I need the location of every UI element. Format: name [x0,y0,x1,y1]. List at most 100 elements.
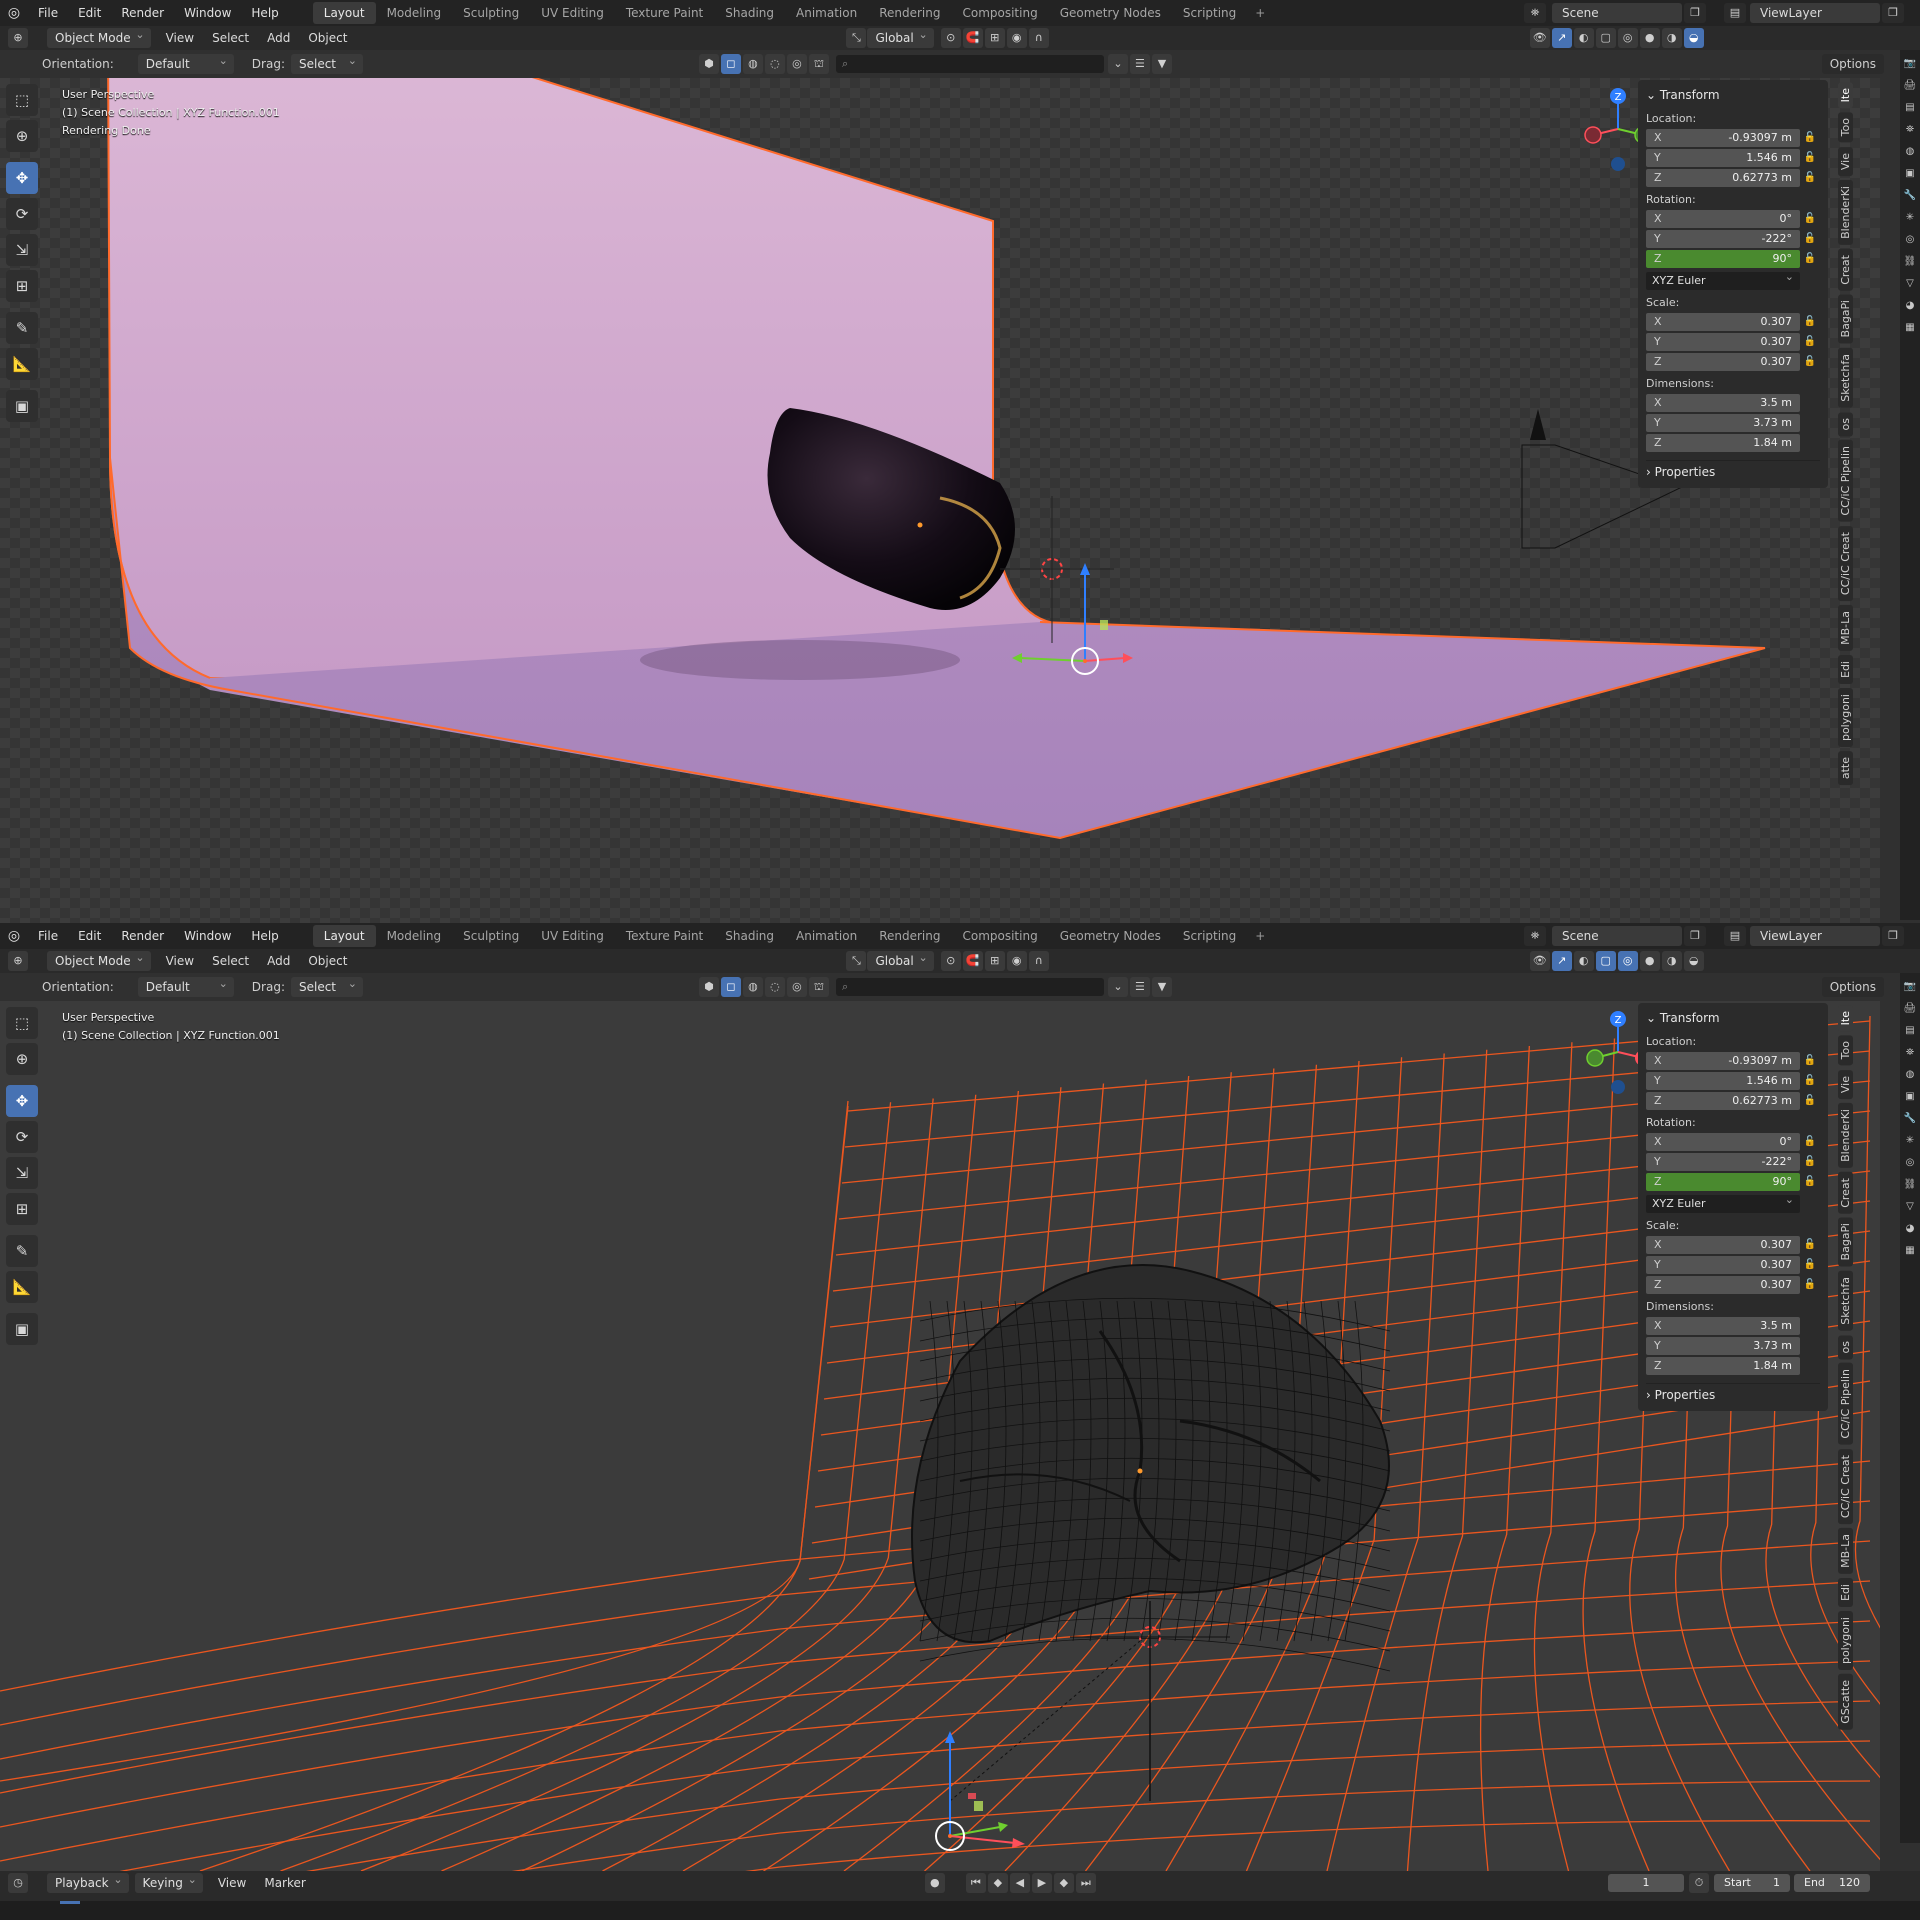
lock-icon[interactable]: 🔓 [1800,1136,1820,1147]
scene-icon[interactable]: ⛯ [1902,122,1918,138]
data-icon[interactable]: ▽ [1902,1199,1918,1215]
camera-filter-icon[interactable]: ◎ [786,54,807,74]
pivot-icon[interactable]: ⊙ [940,28,961,48]
new-view-layer-icon[interactable]: ❐ [1882,926,1904,946]
tab-blenderkit[interactable]: BlenderKi [1838,179,1853,245]
cursor-tool-icon[interactable]: ⊕ [6,1043,38,1075]
modifier-icon[interactable]: 🔧 [1902,1111,1918,1127]
annotate-tool-icon[interactable]: ✎ [6,312,38,344]
filter-toggle-icon[interactable]: ⌄ [1107,977,1128,997]
tab-os[interactable]: os [1838,1334,1853,1360]
tab-compositing[interactable]: Compositing [951,925,1048,947]
measure-tool-icon[interactable]: 📐 [6,348,38,380]
add-workspace-button[interactable]: + [1247,929,1273,943]
lock-icon[interactable]: 🔓 [1800,1176,1820,1187]
dimensions-x-field[interactable]: X 3.5 m [1646,1316,1800,1335]
scene-selector[interactable]: Scene [1552,926,1682,946]
options-button[interactable]: Options [1821,977,1884,997]
tab-scripting[interactable]: Scripting [1172,2,1247,24]
tab-cc-create[interactable]: CC/iC Creat [1838,525,1853,601]
tab-cc-create[interactable]: CC/iC Creat [1838,1448,1853,1524]
lock-icon[interactable]: 🔓 [1800,172,1820,183]
options-button[interactable]: Options [1821,54,1884,74]
lock-icon[interactable]: 🔓 [1800,1239,1820,1250]
mesh-icon[interactable]: ◍ [742,54,763,74]
rotation-z-field[interactable]: Z 90° [1646,249,1800,268]
add-cube-tool-icon[interactable]: ▣ [6,1313,38,1345]
render-icon[interactable]: 📷 [1902,56,1918,72]
lock-icon[interactable]: 🔓 [1800,253,1820,264]
tab-modeling[interactable]: Modeling [376,2,453,24]
pivot-icon[interactable]: ⊙ [940,951,961,971]
tab-layout[interactable]: Layout [312,925,376,947]
keying-menu[interactable]: Keying [134,1870,203,1893]
transform-tool-icon[interactable]: ⊞ [6,270,38,302]
view-layer-icon[interactable]: ▤ [1902,1023,1918,1039]
view-layer-selector[interactable]: ViewLayer [1750,926,1880,946]
physics-icon[interactable]: ◎ [1902,1155,1918,1171]
tab-animation[interactable]: Animation [785,925,868,947]
menu-view[interactable]: View [157,31,203,45]
rendered-shading-icon[interactable]: ◒ [1683,951,1704,971]
visibility-icon[interactable]: 👁 [1529,951,1550,971]
world-icon[interactable]: ◍ [1902,144,1918,160]
menu-window[interactable]: Window [174,0,241,26]
menu-object[interactable]: Object [299,31,356,45]
scene-icon[interactable]: ⛯ [1524,926,1546,946]
select-mode-icon[interactable]: ◻ [720,977,741,997]
tab-gscatter[interactable]: GScatte [1838,1673,1853,1730]
modifier-icon[interactable]: 🔧 [1902,188,1918,204]
tab-shading[interactable]: Shading [714,2,785,24]
location-x-field[interactable]: X -0.93097 m [1646,1051,1800,1070]
select-box-tool-icon[interactable]: ⬚ [6,1007,38,1039]
falloff-icon[interactable]: ∩ [1028,951,1049,971]
tab-geometry-nodes[interactable]: Geometry Nodes [1049,2,1172,24]
select-box-tool-icon[interactable]: ⬚ [6,84,38,116]
tab-cc-pipeline[interactable]: CC/iC Pipelin [1838,1363,1853,1445]
falloff-icon[interactable]: ∩ [1028,28,1049,48]
dimensions-y-field[interactable]: Y 3.73 m [1646,413,1800,432]
start-frame-field[interactable]: Start 1 [1714,1874,1790,1892]
menu-edit[interactable]: Edit [68,923,111,949]
measure-tool-icon[interactable]: 📐 [6,1271,38,1303]
select-mode-icon[interactable]: ◻ [720,54,741,74]
new-scene-icon[interactable]: ❐ [1684,3,1706,23]
scale-x-field[interactable]: X 0.307 [1646,312,1800,331]
constraints-icon[interactable]: ⛓ [1902,1177,1918,1193]
lock-icon[interactable]: 🔓 [1800,1279,1820,1290]
scale-x-field[interactable]: X 0.307 [1646,1235,1800,1254]
lock-icon[interactable]: 🔓 [1800,316,1820,327]
tab-edit[interactable]: Edi [1838,1577,1853,1607]
tab-compositing[interactable]: Compositing [951,2,1048,24]
location-y-field[interactable]: Y 1.546 m [1646,148,1800,167]
snap-icon[interactable]: 🧲 [962,28,983,48]
scale-z-field[interactable]: Z 0.307 [1646,352,1800,371]
scene-icon[interactable]: ⛯ [1902,1045,1918,1061]
tab-mb-lab[interactable]: MB-La [1838,604,1853,651]
search-input[interactable]: ⌕ [835,55,1104,73]
tab-scripting[interactable]: Scripting [1172,925,1247,947]
mesh-icon[interactable]: ◍ [742,977,763,997]
tab-texture-paint[interactable]: Texture Paint [615,925,714,947]
play-reverse-icon[interactable]: ◀ [1009,1873,1030,1893]
tab-os[interactable]: os [1838,411,1853,437]
view-layer-icon[interactable]: ▤ [1724,3,1746,23]
search-input[interactable]: ⌕ [835,978,1104,996]
menu-window[interactable]: Window [174,923,241,949]
drag-dropdown[interactable]: Select Box [290,51,363,91]
menu-edit[interactable]: Edit [68,0,111,26]
tab-item[interactable]: Ite [1838,82,1853,109]
blender-logo-icon[interactable]: ◎ [0,0,28,26]
data-icon[interactable]: ▽ [1902,276,1918,292]
wireframe-shading-icon[interactable]: ◎ [1617,28,1638,48]
end-frame-field[interactable]: End 120 [1794,1874,1870,1892]
orientation-dropdown[interactable]: Default [137,974,234,997]
lock-icon[interactable]: 🔓 [1800,336,1820,347]
tab-sculpting[interactable]: Sculpting [452,925,530,947]
tab-polygoniq[interactable]: polygoni [1838,687,1853,747]
texture-icon[interactable]: ▦ [1902,320,1918,336]
menu-file[interactable]: File [28,923,68,949]
rotation-mode-dropdown[interactable]: XYZ Euler [1646,1191,1800,1213]
tab-edit[interactable]: Edi [1838,654,1853,684]
current-frame-field[interactable]: 1 [1608,1874,1684,1892]
